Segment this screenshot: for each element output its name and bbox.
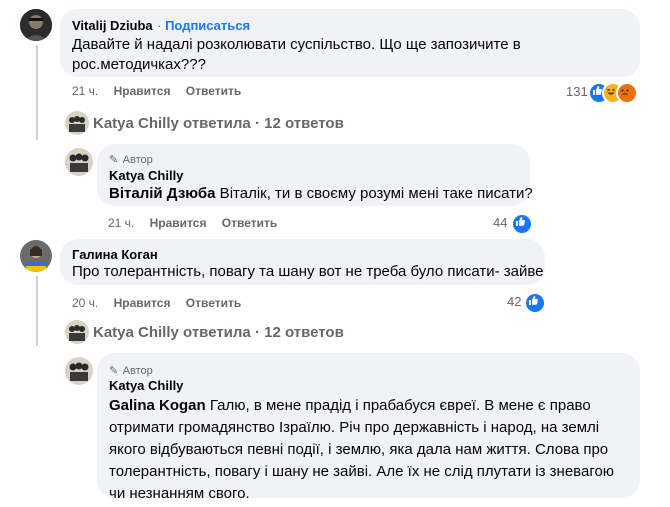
thread-line (36, 276, 38, 346)
mention-link[interactable]: Віталій Дзюба (109, 185, 216, 202)
author-badge: Автор (122, 365, 153, 377)
comment-author[interactable]: Katya Chilly (109, 168, 183, 183)
reactions-summary[interactable]: 44 (493, 213, 533, 235)
timestamp[interactable]: 20 ч. (72, 296, 98, 310)
reaction-count: 42 (507, 294, 522, 309)
avatar-photo (20, 240, 52, 272)
comment-author[interactable]: Vitalij Dziuba (72, 18, 153, 33)
avatar-photo (65, 357, 93, 385)
reply-button[interactable]: Ответить (186, 296, 241, 310)
avatar-photo (20, 9, 52, 41)
reaction-count: 44 (493, 215, 508, 230)
mention-link[interactable]: Galina Kogan (109, 397, 206, 414)
like-button[interactable]: Нравится (114, 84, 171, 98)
comment-bubble: Vitalij Dziuba · Подписаться Давайте й н… (60, 9, 640, 77)
avatar[interactable] (65, 320, 89, 344)
avatar-photo (65, 148, 93, 176)
pencil-icon: ✎ (109, 365, 119, 377)
comment-body: Віталік, ти в своєму розумі мені таке пи… (215, 185, 533, 202)
avatar[interactable] (20, 9, 52, 41)
avatar[interactable] (65, 357, 93, 385)
reply-button[interactable]: Ответить (186, 84, 241, 98)
comment-text: Galina Kogan Галю, в мене прадід і праба… (109, 395, 629, 505)
comment-bubble: ✎ Автор Katya Chilly Віталій Дзюба Вітал… (97, 144, 533, 206)
follow-button[interactable]: Подписаться (165, 18, 250, 33)
avatar[interactable] (20, 240, 52, 272)
avatar-photo (65, 320, 89, 344)
view-replies-link[interactable]: Katya Chilly ответила · 12 ответов (93, 115, 344, 132)
comment-actions: 20 ч. Нравится Ответить (72, 296, 241, 310)
avatar-photo (65, 111, 89, 135)
pencil-icon: ✎ (109, 154, 119, 166)
timestamp[interactable]: 21 ч. (72, 84, 98, 98)
reactions-summary[interactable]: 131 (566, 82, 646, 104)
comment-text: Про толерантність, повагу та шану вот не… (72, 263, 544, 280)
timestamp[interactable]: 21 ч. (108, 216, 134, 230)
comment-actions: 21 ч. Нравится Ответить (108, 216, 277, 230)
comment-text: Давайте й надалі розколювати суспільство… (72, 36, 521, 73)
comment-text: Віталій Дзюба Віталік, ти в своєму розум… (109, 184, 533, 204)
view-replies-link[interactable]: Katya Chilly ответила · 12 ответов (93, 324, 344, 341)
avatar[interactable] (65, 148, 93, 176)
reaction-count: 131 (566, 84, 588, 99)
avatar[interactable] (65, 111, 89, 135)
comment-bubble: Галина Коган Про толерантність, повагу т… (60, 239, 545, 285)
comment-author[interactable]: Галина Коган (72, 247, 158, 262)
angry-icon (616, 82, 638, 104)
comment-bubble: ✎ Автор Katya Chilly Galina Kogan Галю, … (97, 353, 640, 502)
author-badge: Автор (122, 154, 153, 166)
comment-author[interactable]: Katya Chilly (109, 378, 183, 393)
thread-line (36, 45, 38, 140)
comment-actions: 21 ч. Нравится Ответить (72, 84, 241, 98)
like-icon (511, 213, 533, 235)
reply-button[interactable]: Ответить (222, 216, 277, 230)
reactions-summary[interactable]: 42 (507, 292, 547, 314)
like-button[interactable]: Нравится (150, 216, 207, 230)
like-icon (524, 292, 546, 314)
like-button[interactable]: Нравится (114, 296, 171, 310)
